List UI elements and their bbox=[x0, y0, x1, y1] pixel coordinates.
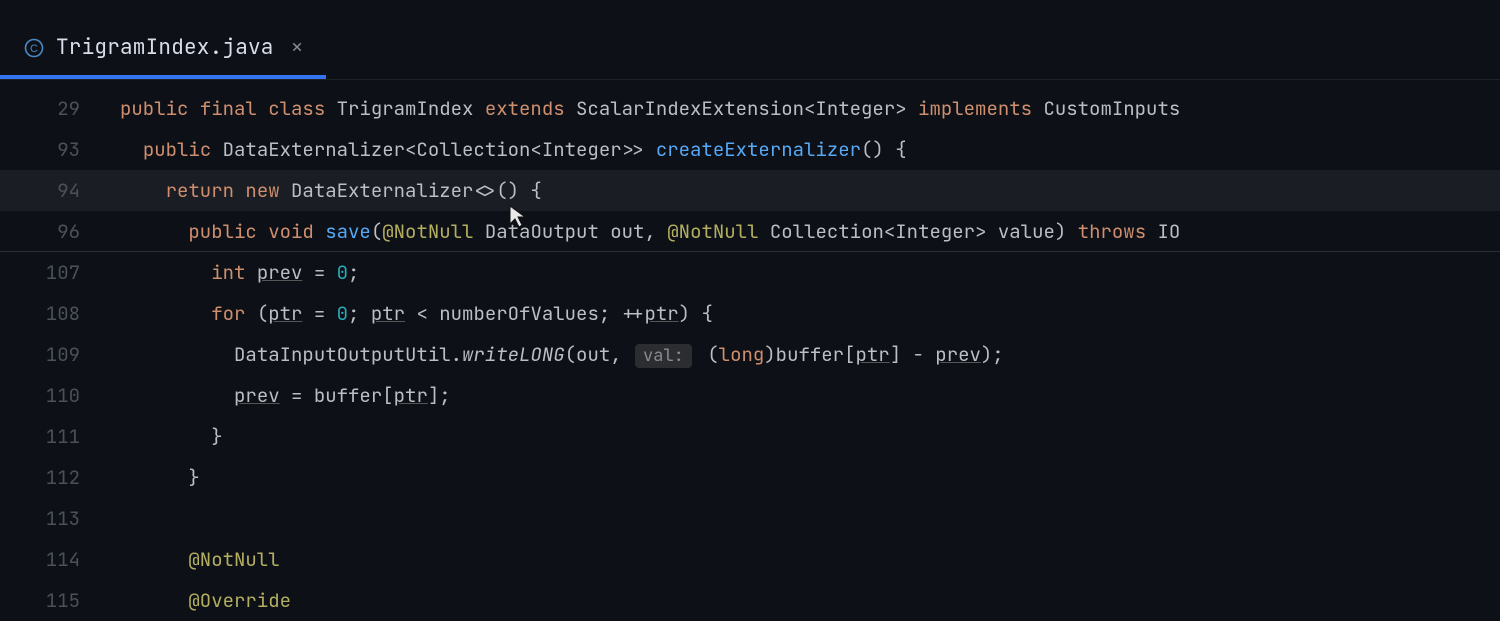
code-line[interactable]: 94 return new DataExternalizer<>() { bbox=[0, 170, 1500, 211]
line-number: 114 bbox=[0, 547, 120, 572]
parameter-hint: val: bbox=[635, 344, 692, 368]
line-number: 115 bbox=[0, 588, 120, 613]
code-content[interactable]: prev = buffer[ptr]; bbox=[120, 383, 1500, 408]
code-content[interactable]: int prev = 0; bbox=[120, 260, 1500, 285]
code-content[interactable]: @Override bbox=[120, 588, 1500, 613]
code-line[interactable]: 112 } bbox=[0, 457, 1500, 498]
code-line[interactable]: 113 bbox=[0, 498, 1500, 539]
code-content[interactable]: return new DataExternalizer<>() { bbox=[120, 178, 1500, 203]
tab-bar: C TrigramIndex.java ✕ bbox=[0, 0, 1500, 80]
close-icon[interactable]: ✕ bbox=[292, 36, 303, 59]
line-number: 94 bbox=[0, 178, 120, 203]
svg-text:C: C bbox=[30, 43, 38, 55]
code-line[interactable]: 115 @Override bbox=[0, 580, 1500, 621]
tab-filename: TrigramIndex.java bbox=[56, 34, 274, 61]
code-line[interactable]: 114 @NotNull bbox=[0, 539, 1500, 580]
code-line[interactable]: 110 prev = buffer[ptr]; bbox=[0, 375, 1500, 416]
line-number: 93 bbox=[0, 137, 120, 162]
line-number: 113 bbox=[0, 506, 120, 531]
line-number: 112 bbox=[0, 465, 120, 490]
code-line[interactable]: 93 public DataExternalizer<Collection<In… bbox=[0, 129, 1500, 170]
code-content[interactable]: public void save(@NotNull DataOutput out… bbox=[120, 219, 1500, 244]
code-content[interactable]: public final class TrigramIndex extends … bbox=[120, 96, 1500, 121]
code-line[interactable]: 109 DataInputOutputUtil.writeLONG(out, v… bbox=[0, 334, 1500, 375]
java-class-icon: C bbox=[24, 38, 44, 58]
code-line[interactable]: 29public final class TrigramIndex extend… bbox=[0, 88, 1500, 129]
code-content[interactable]: @NotNull bbox=[120, 547, 1500, 572]
line-number: 110 bbox=[0, 383, 120, 408]
code-content[interactable]: } bbox=[120, 465, 1500, 490]
code-line[interactable]: 96 public void save(@NotNull DataOutput … bbox=[0, 211, 1500, 252]
code-content[interactable]: } bbox=[120, 424, 1500, 449]
editor-tab[interactable]: C TrigramIndex.java ✕ bbox=[0, 16, 326, 79]
line-number: 96 bbox=[0, 219, 120, 244]
code-content[interactable]: public DataExternalizer<Collection<Integ… bbox=[120, 137, 1500, 162]
code-content[interactable]: for (ptr = 0; ptr < numberOfValues; ++pt… bbox=[120, 301, 1500, 326]
code-editor[interactable]: 29public final class TrigramIndex extend… bbox=[0, 80, 1500, 621]
code-line[interactable]: 108 for (ptr = 0; ptr < numberOfValues; … bbox=[0, 293, 1500, 334]
code-line[interactable]: 111 } bbox=[0, 416, 1500, 457]
line-number: 111 bbox=[0, 424, 120, 449]
code-line[interactable]: 107 int prev = 0; bbox=[0, 252, 1500, 293]
code-content[interactable]: DataInputOutputUtil.writeLONG(out, val: … bbox=[120, 342, 1500, 367]
line-number: 29 bbox=[0, 96, 120, 121]
line-number: 108 bbox=[0, 301, 120, 326]
line-number: 107 bbox=[0, 260, 120, 285]
line-number: 109 bbox=[0, 342, 120, 367]
